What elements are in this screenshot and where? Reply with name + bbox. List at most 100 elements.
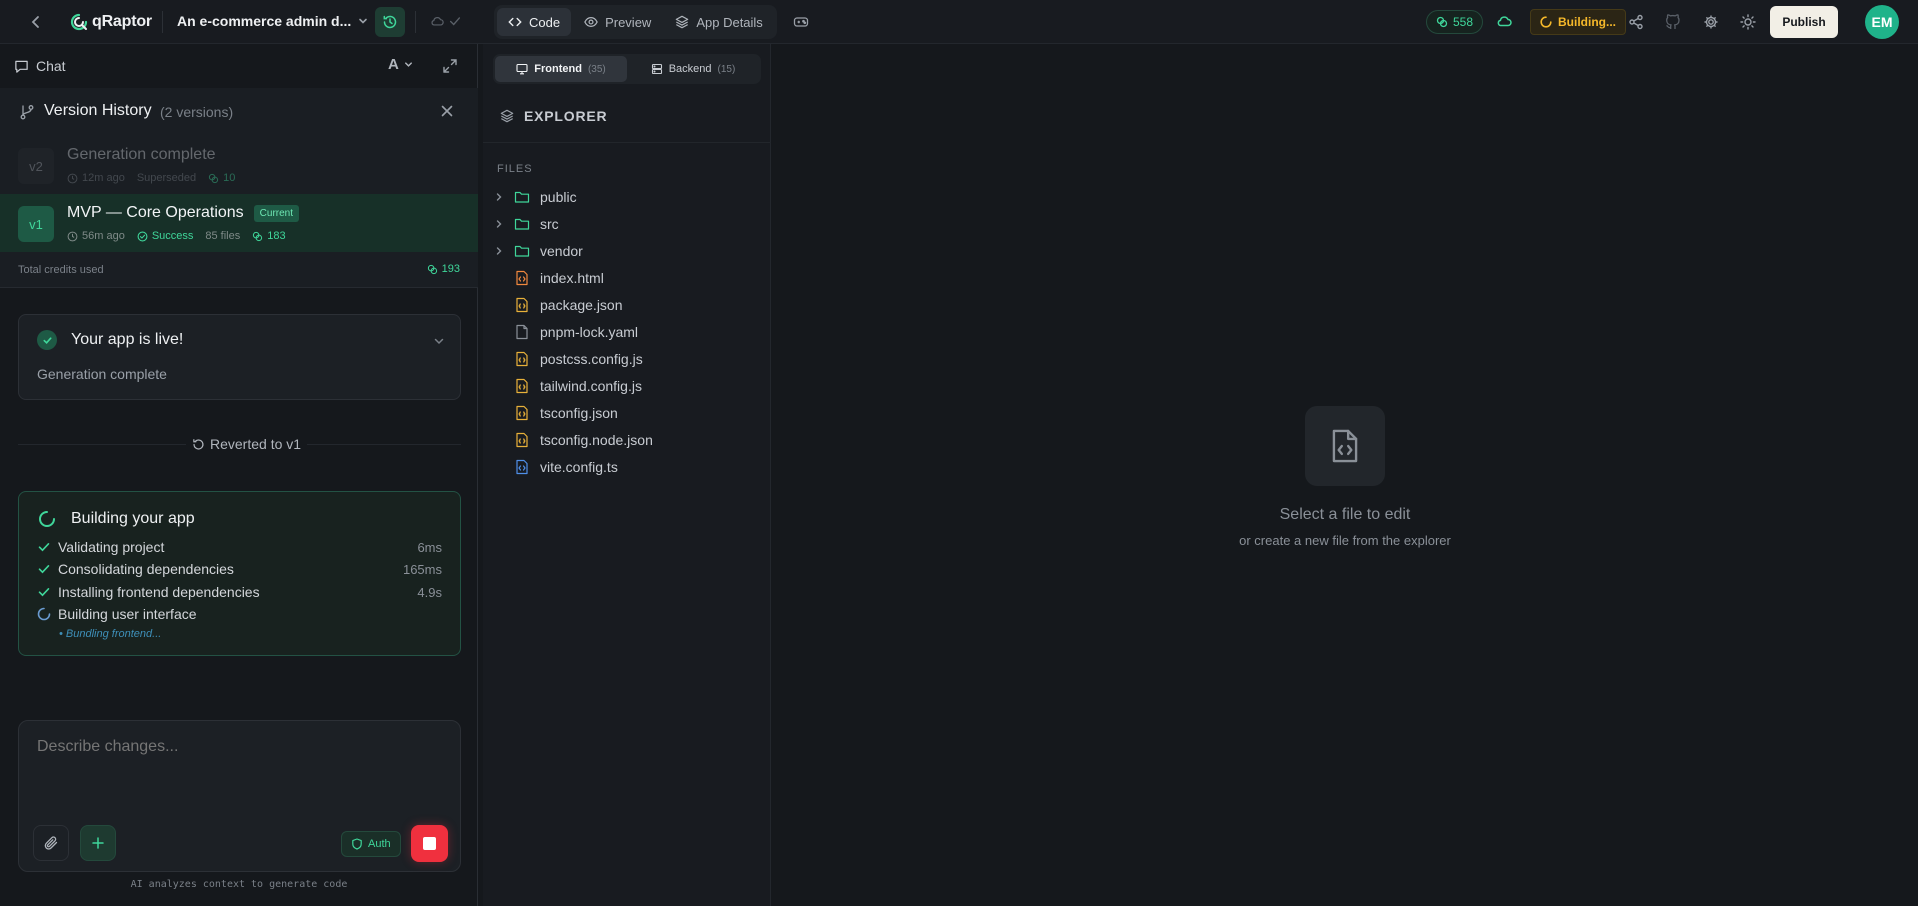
tree-file-tsconfig[interactable]: tsconfig.json [493,402,761,424]
chevron-right-icon [496,193,502,201]
tree-file-vite-config[interactable]: vite.config.ts [493,456,761,478]
version-row-v1[interactable]: v1 MVP — Core Operations Current 56m ago… [0,194,478,252]
build-progress-card: Building your app Validating project 6ms… [18,491,461,656]
version-row-v2[interactable]: v2 Generation complete 12m ago Supersede… [0,136,478,194]
app-logo[interactable]: qRaptor [70,12,152,32]
tab-frontend[interactable]: Frontend (35) [495,56,627,82]
cloud-deploy-status[interactable] [1496,13,1512,29]
app-live-card[interactable]: Your app is live! Generation complete [18,314,461,400]
git-branch-icon [20,105,34,120]
tab-preview[interactable]: Preview [573,8,662,36]
check-icon [38,588,50,597]
expand-button[interactable] [436,52,464,80]
build-step-label: Building user interface [58,606,197,622]
tab-backend[interactable]: Backend (15) [627,56,759,82]
stop-generation-button[interactable] [411,825,448,862]
build-status-badge[interactable]: Building... [1530,9,1626,35]
top-bar: qRaptor An e-commerce admin d... Code Pr… [0,0,1918,44]
tree-file-postcss-config[interactable]: postcss.config.js [493,348,761,370]
attach-button[interactable] [33,825,69,861]
github-button[interactable] [1659,8,1687,36]
file-icon [516,324,528,340]
version-credits: 183 [252,230,286,242]
eye-icon [584,17,598,27]
tree-file-index-html[interactable]: index.html [493,267,761,289]
project-title-dropdown[interactable]: An e-commerce admin d... [177,13,369,29]
version-credits-text: 183 [267,230,286,242]
publish-button[interactable]: Publish [1770,6,1838,38]
tree-item-label: public [540,189,577,205]
tree-folder-vendor[interactable]: vendor [493,240,761,262]
view-tabs: Code Preview App Details [494,5,777,39]
total-credits-label: Total credits used [18,264,104,276]
auth-toggle-button[interactable]: Auth [341,831,401,857]
file-explorer: Frontend (35) Backend (15) EXPLORER FILE… [483,44,771,906]
check-circle-icon [37,330,57,350]
settings-button[interactable] [1697,8,1725,36]
chevron-right-icon [496,220,502,228]
describe-changes-input[interactable] [37,738,437,756]
spinner-icon [39,511,55,527]
credits-coin-icon [209,173,219,183]
version-time: 12m ago [67,172,125,184]
chevron-left-icon [31,16,39,28]
chat-label: Chat [36,58,66,74]
tab-count: (15) [717,63,736,75]
project-title: An e-commerce admin d... [177,13,352,29]
frontend-backend-toggle: Frontend (35) Backend (15) [493,54,761,84]
chat-tab[interactable]: Chat [14,58,66,74]
live-card-subtitle: Generation complete [37,366,167,382]
version-time-text: 12m ago [82,172,125,184]
build-step-time: 6ms [417,539,442,555]
build-step: Validating project 6ms [37,537,442,557]
divider [415,11,416,33]
tab-label: Code [529,14,561,30]
user-avatar[interactable]: EM [1865,5,1899,39]
chevron-down-icon[interactable] [432,334,446,348]
shield-icon [352,838,362,850]
build-status-label: Building... [1558,15,1616,29]
total-credits-number: 193 [441,263,460,275]
theme-toggle-button[interactable] [1734,8,1762,36]
version-history-button[interactable] [375,7,405,37]
chevron-right-icon [496,247,502,255]
cloud-icon [431,17,444,26]
tree-file-pnpm-lock[interactable]: pnpm-lock.yaml [493,321,761,343]
spinner-icon [1540,16,1552,28]
tree-folder-public[interactable]: public [493,186,761,208]
version-credits: 10 [208,172,235,184]
live-card-title: Your app is live! [71,331,184,348]
build-step-time: 4.9s [417,584,442,600]
tree-item-label: vite.config.ts [540,459,618,475]
html-file-icon [516,270,528,286]
layers-icon [500,109,514,123]
share-icon [1629,14,1643,30]
credits-badge[interactable]: 558 [1426,10,1484,34]
build-substep: • Bundling frontend... [59,628,162,640]
tree-folder-src[interactable]: src [493,213,761,235]
gamepad-button[interactable] [787,8,815,36]
clock-icon [67,231,78,241]
tree-file-tailwind-config[interactable]: tailwind.config.js [493,375,761,397]
tab-count: (35) [587,63,606,75]
folder-icon [514,218,530,230]
close-version-history-button[interactable] [433,97,461,125]
explorer-title: EXPLORER [500,108,607,124]
tree-file-tsconfig-node[interactable]: tsconfig.node.json [493,429,761,451]
font-size-button[interactable]: A [388,56,414,73]
spinner-icon [37,607,51,621]
monitor-icon [516,63,528,75]
chevron-down-icon [404,62,412,67]
version-name-text: Generation complete [67,146,216,163]
chat-panel: Chat A Version History (2 versions) v2 G… [0,44,478,906]
tab-code[interactable]: Code [497,8,572,36]
version-status: Success [137,230,193,242]
add-button[interactable] [80,825,116,861]
share-button[interactable] [1622,8,1650,36]
version-meta: 56m ago Success 85 files 183 [67,230,286,242]
back-button[interactable] [22,8,50,36]
cloud-sync-status[interactable] [430,14,462,28]
tree-file-package-json[interactable]: package.json [493,294,761,316]
auth-label: Auth [368,838,391,850]
tab-app-details[interactable]: App Details [664,8,773,36]
